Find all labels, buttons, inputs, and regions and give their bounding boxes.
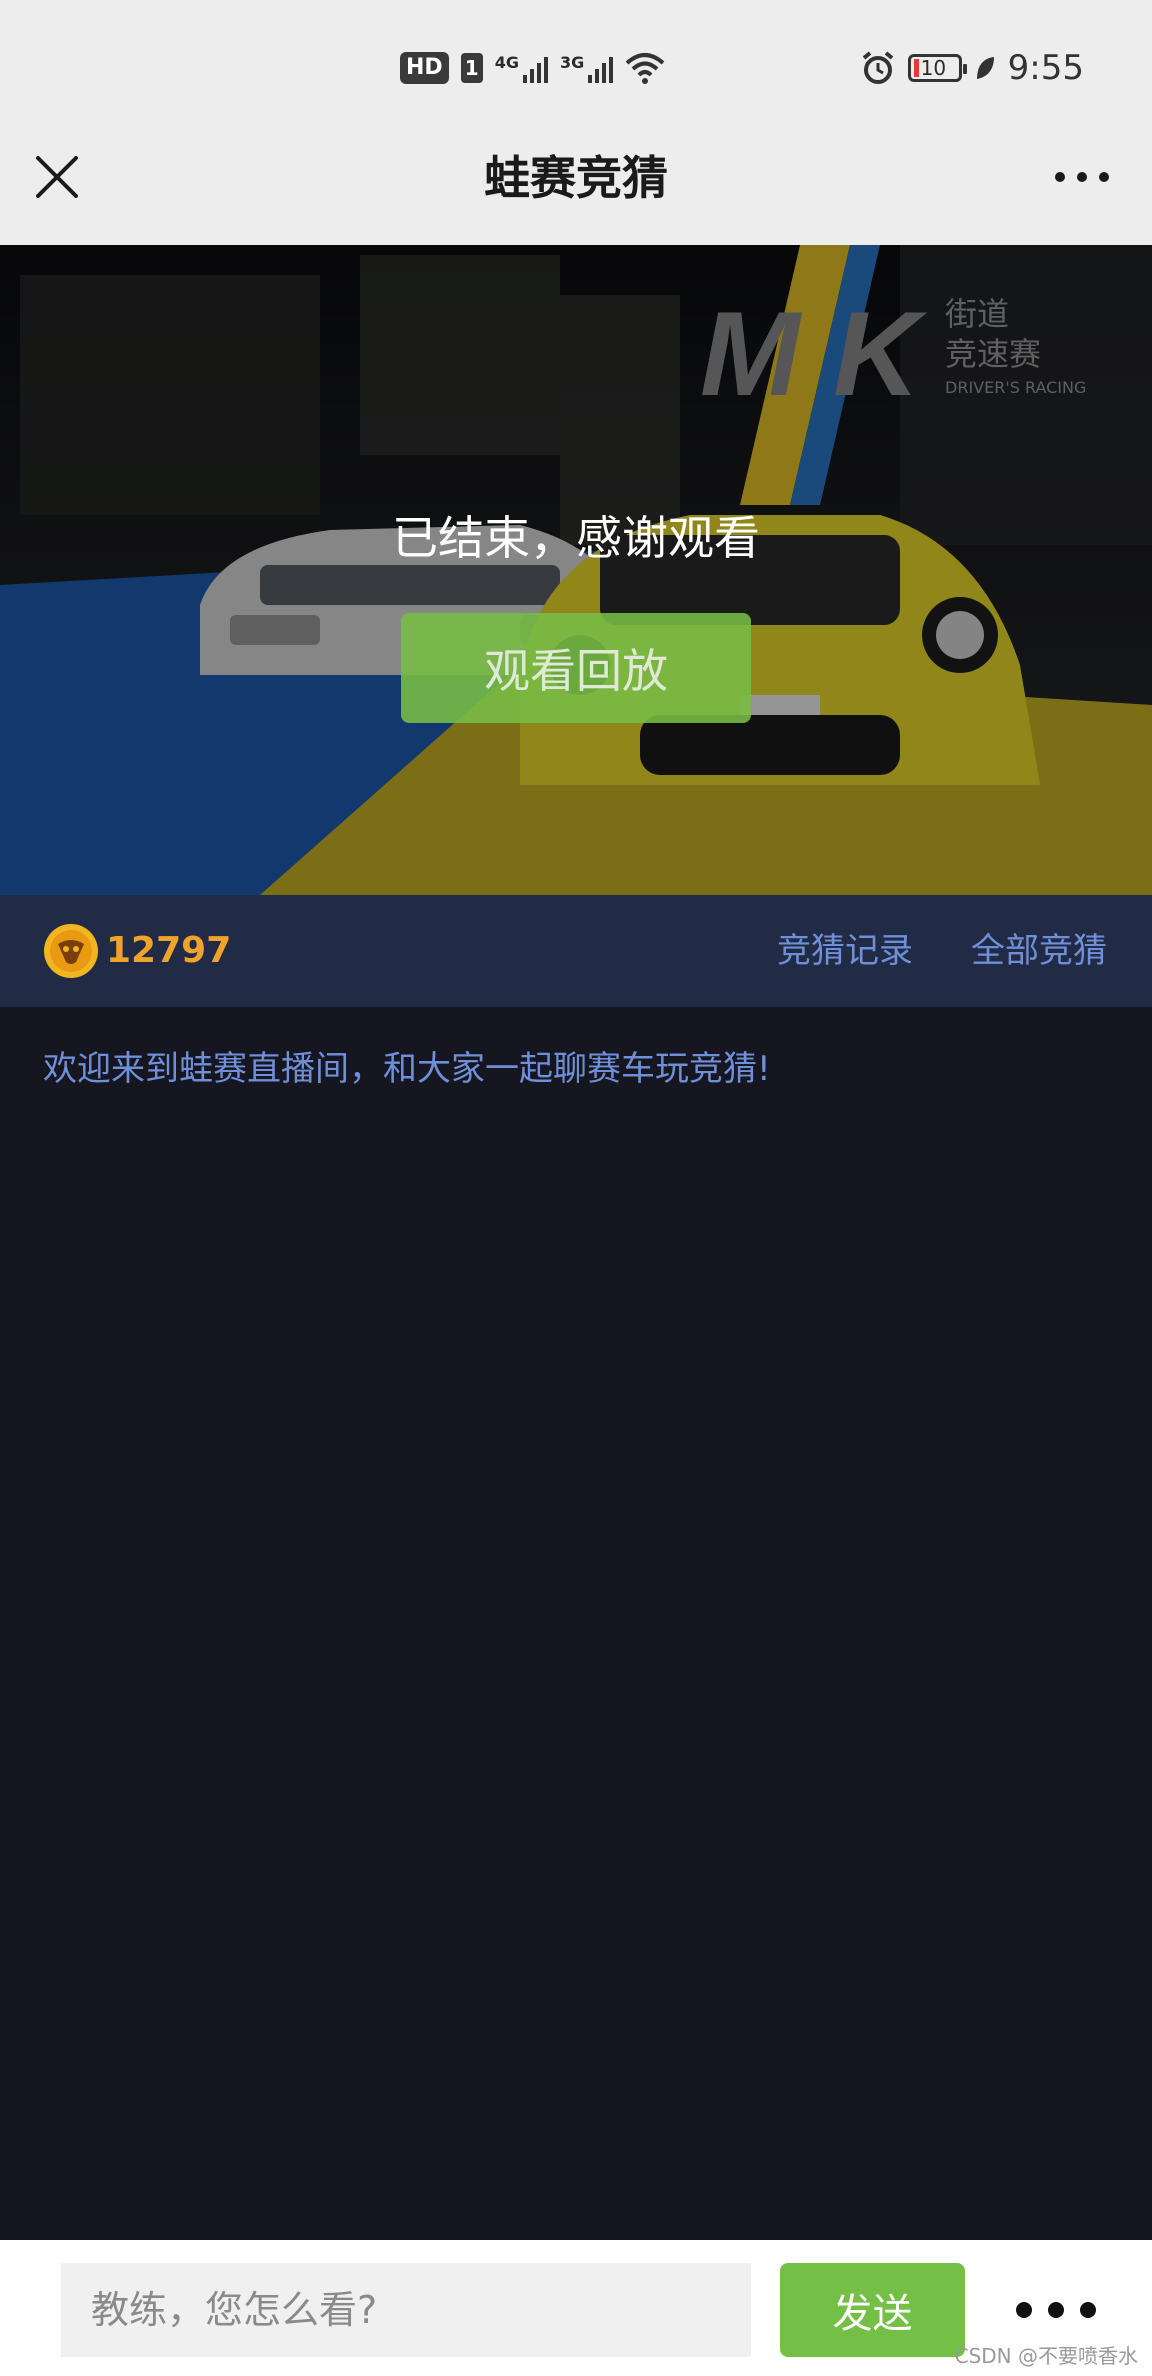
clock: 9:55 [1007, 48, 1084, 88]
battery-icon: 10 [907, 54, 967, 82]
wifi-icon [625, 53, 665, 84]
chat-area[interactable] [0, 1007, 1152, 2240]
coin-icon [44, 924, 98, 978]
send-button[interactable]: 发送 [780, 2263, 965, 2357]
watermark: CSDN @不要喷香水 [954, 2344, 1138, 2368]
more-menu-icon[interactable] [1014, 2290, 1098, 2330]
signal-3g-icon: 3G [559, 53, 614, 83]
status-bar-right: 10 9:55 [860, 44, 1084, 92]
net-label-4g: 4G [494, 53, 519, 72]
coin-balance: 12797 [106, 930, 232, 971]
battery-level: 10 [920, 56, 947, 80]
watch-replay-button[interactable]: 观看回放 [401, 613, 751, 723]
chat-input[interactable] [61, 2263, 751, 2357]
video-player[interactable]: M K 街道 竞速赛 DRIVER'S RACING [0, 245, 1152, 895]
status-bar-network: HD 1 4G 3G [400, 46, 665, 90]
page-title: 蛙赛竞猜 [484, 151, 668, 205]
video-overlay [0, 245, 1152, 895]
net-label-3g: 3G [559, 53, 585, 72]
bet-records-link[interactable]: 竞猜记录 [777, 924, 913, 978]
alarm-icon [862, 51, 893, 84]
all-bets-link[interactable]: 全部竞猜 [971, 924, 1107, 978]
sim-badge: 1 [460, 53, 483, 83]
hd-badge: HD [400, 52, 449, 84]
leaf-icon [976, 57, 994, 79]
signal-4g-icon: 4G [495, 53, 548, 83]
stream-ended-text: 已结束，感谢观看 [392, 511, 760, 565]
welcome-message: 欢迎来到蛙赛直播间，和大家一起聊赛车玩竞猜! [43, 1049, 771, 1089]
more-options-icon[interactable] [1052, 160, 1112, 194]
